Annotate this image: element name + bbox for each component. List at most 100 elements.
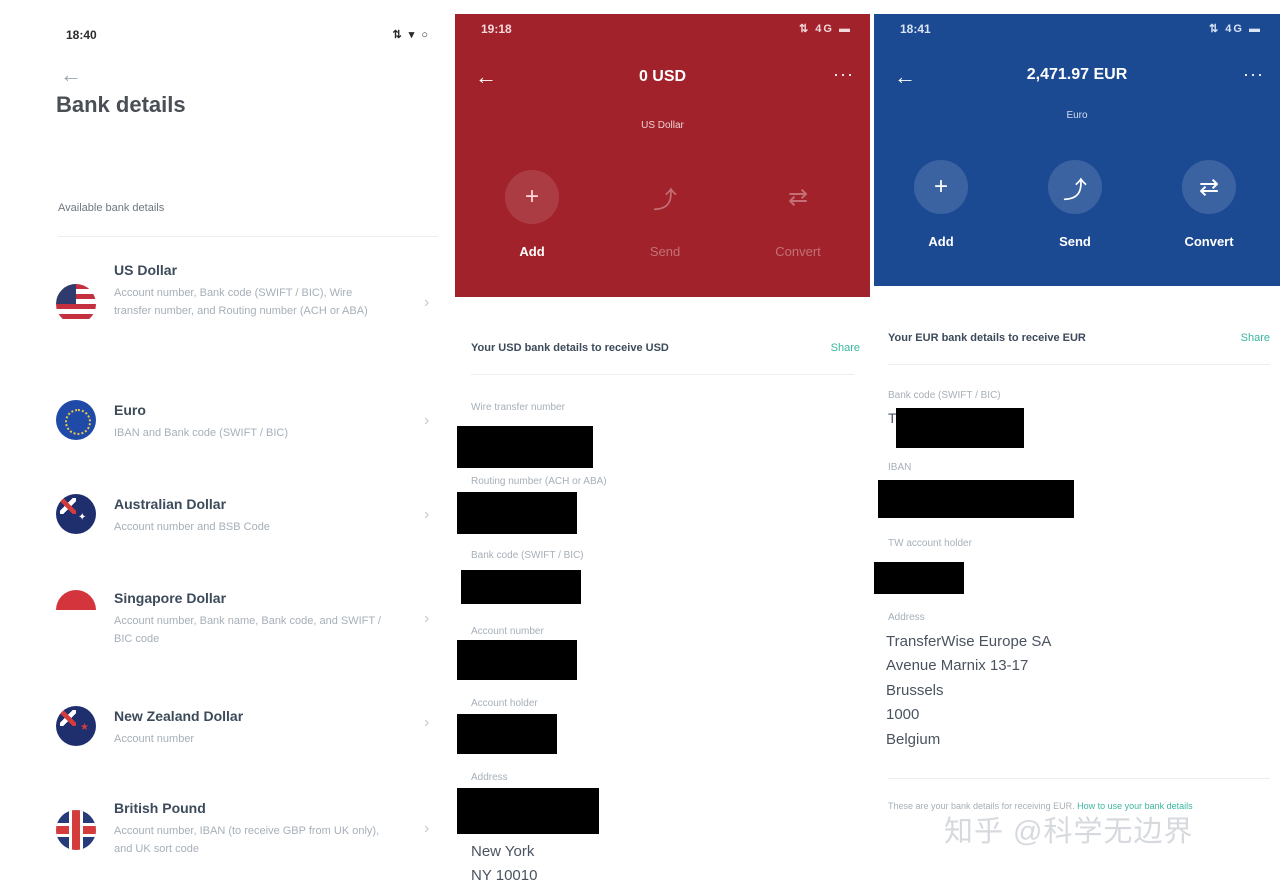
convert-button[interactable]: ⇄ Convert bbox=[743, 170, 853, 260]
redacted-value bbox=[878, 480, 1074, 518]
redacted-value bbox=[874, 562, 964, 594]
us-flag-icon bbox=[56, 284, 96, 324]
currency-desc: Account number, Bank code (SWIFT / BIC),… bbox=[114, 287, 368, 317]
address-line-3: Brussels bbox=[886, 682, 944, 699]
status-bar: 19:18 ⇅ 4G ▬ bbox=[455, 14, 870, 40]
add-button[interactable]: + Add bbox=[477, 170, 587, 259]
field-label: Wire transfer number bbox=[471, 402, 565, 413]
redacted-value bbox=[896, 408, 1024, 448]
send-button[interactable]: ⤴ Send bbox=[610, 170, 720, 260]
currency-desc: Account number and BSB Code bbox=[114, 521, 270, 533]
more-icon[interactable]: ··· bbox=[1243, 64, 1264, 85]
bank-details-screen: 18:40 ⇅ ▾ ○ ← Bank details Available ban… bbox=[0, 0, 452, 881]
convert-button[interactable]: ⇄ Convert bbox=[1154, 160, 1264, 249]
status-icons: ⇅ ▾ ○ bbox=[392, 29, 430, 41]
balance-amount: 2,471.97 EUR bbox=[1026, 66, 1128, 83]
status-icons: ⇅ 4G ▬ bbox=[1208, 23, 1262, 35]
field-label: Routing number (ACH or ABA) bbox=[471, 476, 607, 487]
field-label: Account number bbox=[471, 626, 544, 637]
address-zip: NY 10010 bbox=[471, 867, 538, 881]
address-line-4: 1000 bbox=[886, 706, 920, 723]
page-title: Bank details bbox=[56, 92, 186, 117]
currency-desc: Account number bbox=[114, 733, 195, 745]
redacted-value bbox=[457, 714, 557, 754]
send-label: Send bbox=[1059, 234, 1091, 249]
share-link[interactable]: Share bbox=[1241, 332, 1270, 344]
eur-balance-screen: 18:41 ⇅ 4G ▬ ← 2,471.97 EUR ··· Euro + A… bbox=[874, 14, 1280, 881]
send-label: Send bbox=[649, 244, 681, 259]
status-time: 18:41 bbox=[900, 22, 931, 36]
status-time: 19:18 bbox=[481, 22, 512, 36]
divider bbox=[888, 778, 1270, 779]
status-bar: 18:41 ⇅ 4G ▬ bbox=[874, 14, 1280, 40]
field-label: Account holder bbox=[471, 698, 538, 709]
address-line-1: TransferWise Europe SA bbox=[886, 633, 1052, 650]
field-label: IBAN bbox=[888, 462, 912, 473]
status-time: 18:40 bbox=[66, 28, 97, 42]
divider bbox=[471, 374, 854, 375]
field-label: Address bbox=[471, 772, 508, 783]
address-line-5: Belgium bbox=[886, 731, 941, 748]
currency-desc: IBAN and Bank code (SWIFT / BIC) bbox=[114, 427, 289, 439]
send-icon: ⤴ bbox=[653, 186, 677, 214]
status-icons: ⇅ 4G ▬ bbox=[798, 23, 852, 35]
more-icon[interactable]: ··· bbox=[833, 64, 854, 85]
back-arrow-icon[interactable]: ← bbox=[60, 62, 82, 88]
convert-icon: ⇄ bbox=[1182, 160, 1236, 214]
address-line-2: Avenue Marnix 13-17 bbox=[886, 657, 1029, 674]
plus-icon: + bbox=[914, 160, 968, 214]
add-label: Add bbox=[519, 244, 545, 259]
redacted-value bbox=[457, 788, 599, 834]
field-label: Address bbox=[888, 612, 925, 623]
field-label: TW account holder bbox=[888, 538, 972, 549]
chevron-right-icon: › bbox=[424, 714, 430, 731]
address-city: New York bbox=[471, 843, 535, 860]
usd-balance-screen: 19:18 ⇅ 4G ▬ ← 0 USD ··· US Dollar + Add… bbox=[455, 14, 870, 881]
field-label: Bank code (SWIFT / BIC) bbox=[888, 390, 1001, 401]
currency-name: Singapore Dollar bbox=[114, 590, 227, 606]
currency-desc: Account number, Bank name, Bank code, an… bbox=[114, 615, 381, 645]
balance-amount: 0 USD bbox=[638, 68, 687, 85]
send-button[interactable]: ⤴ Send bbox=[1020, 160, 1130, 249]
convert-label: Convert bbox=[1184, 234, 1234, 249]
add-label: Add bbox=[928, 234, 954, 249]
convert-label: Convert bbox=[775, 244, 821, 259]
watermark: 知乎 @科学无边界 bbox=[944, 816, 1194, 848]
redacted-value bbox=[457, 492, 577, 534]
currency-name: US Dollar bbox=[114, 262, 178, 278]
chevron-right-icon: › bbox=[424, 294, 430, 311]
share-title: Your EUR bank details to receive EUR bbox=[888, 332, 1086, 344]
status-bar: 18:40 ⇅ ▾ ○ bbox=[0, 20, 452, 46]
eu-flag-icon bbox=[56, 400, 96, 440]
convert-icon: ⇄ bbox=[787, 183, 809, 211]
section-label: Available bank details bbox=[58, 202, 165, 214]
sg-flag-icon bbox=[56, 590, 96, 630]
share-title: Your USD bank details to receive USD bbox=[471, 342, 669, 354]
currency-name: Australian Dollar bbox=[114, 496, 227, 512]
chevron-right-icon: › bbox=[424, 506, 430, 523]
currency-name: British Pound bbox=[114, 800, 206, 816]
redacted-value bbox=[461, 570, 581, 604]
field-label: Bank code (SWIFT / BIC) bbox=[471, 550, 584, 561]
currency-subtitle: US Dollar bbox=[641, 120, 684, 131]
send-icon: ⤴ bbox=[1048, 160, 1102, 214]
currency-subtitle: Euro bbox=[1066, 110, 1088, 121]
chevron-right-icon: › bbox=[424, 820, 430, 837]
currency-name: Euro bbox=[114, 402, 146, 418]
currency-desc: Account number, IBAN (to receive GBP fro… bbox=[114, 825, 380, 855]
add-button[interactable]: + Add bbox=[886, 160, 996, 249]
share-link[interactable]: Share bbox=[831, 342, 860, 354]
usd-header: 19:18 ⇅ 4G ▬ ← 0 USD ··· US Dollar + Add… bbox=[455, 14, 870, 297]
plus-icon: + bbox=[505, 170, 559, 224]
au-flag-icon bbox=[56, 494, 96, 534]
redacted-value bbox=[457, 426, 593, 468]
chevron-right-icon: › bbox=[424, 412, 430, 429]
chevron-right-icon: › bbox=[424, 610, 430, 627]
redacted-value bbox=[457, 640, 577, 680]
nz-flag-icon bbox=[56, 706, 96, 746]
eur-header: 18:41 ⇅ 4G ▬ ← 2,471.97 EUR ··· Euro + A… bbox=[874, 14, 1280, 286]
divider bbox=[888, 364, 1270, 365]
divider bbox=[58, 236, 438, 237]
currency-name: New Zealand Dollar bbox=[114, 708, 244, 724]
gb-flag-icon bbox=[56, 810, 96, 850]
